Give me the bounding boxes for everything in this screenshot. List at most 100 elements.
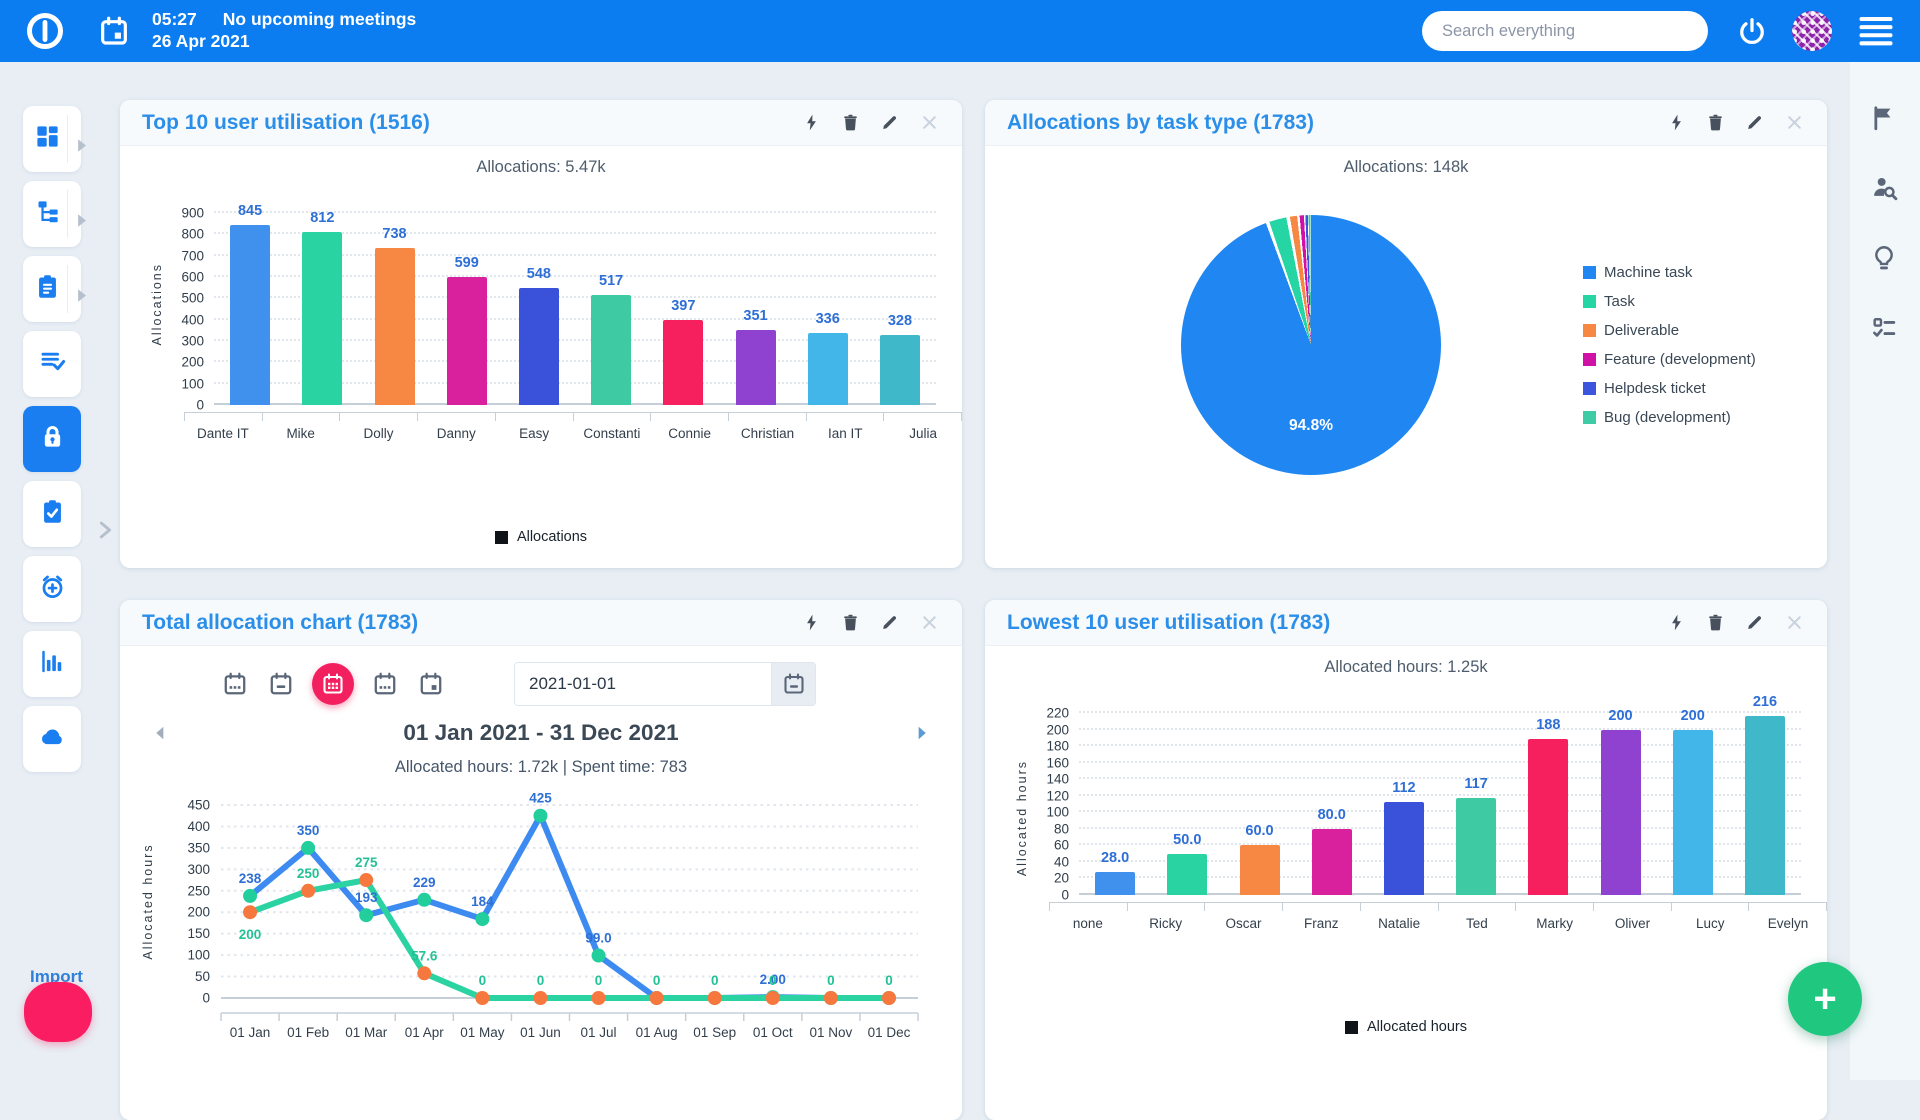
date-picker-calendar-icon[interactable] (771, 663, 815, 705)
rail-item-ideas[interactable] (1870, 244, 1900, 274)
x-category-label: Danny (417, 426, 495, 441)
lock-icon (39, 423, 66, 455)
close-button[interactable] (919, 612, 940, 633)
edit-button[interactable] (1745, 613, 1764, 632)
delete-button[interactable] (841, 113, 860, 132)
data-point (475, 991, 489, 1005)
data-point (766, 991, 780, 1005)
svg-text:100: 100 (187, 948, 210, 963)
user-avatar[interactable] (1792, 11, 1832, 51)
bar-Marky (1528, 739, 1568, 895)
chart-legend[interactable]: Allocations (120, 529, 962, 545)
y-tick-label: 200 (1046, 722, 1069, 737)
delete-button[interactable] (841, 613, 860, 632)
import-button[interactable] (24, 982, 92, 1042)
period-view-button-4[interactable] (370, 669, 400, 699)
rail-item-todo[interactable] (1870, 314, 1900, 344)
y-tick-label: 220 (1046, 706, 1069, 721)
chart-legend[interactable]: Allocated hours (985, 1019, 1827, 1035)
sidebar-item-approvals[interactable] (23, 481, 81, 547)
sidebar-item-tasks[interactable] (23, 256, 81, 322)
svg-text:0: 0 (595, 973, 603, 988)
close-button[interactable] (1784, 612, 1805, 633)
date-picker (514, 662, 816, 706)
edit-button[interactable] (1745, 113, 1764, 132)
caret-right-icon[interactable] (68, 282, 82, 296)
y-tick-label: 200 (181, 355, 204, 370)
flash-button[interactable] (802, 113, 821, 132)
delete-button[interactable] (1706, 613, 1725, 632)
x-category-label: Oliver (1594, 916, 1672, 931)
bar-value-label: 216 (1753, 694, 1777, 710)
flash-button[interactable] (1667, 613, 1686, 632)
bars: 28.050.060.080.0112117188200200216 (1079, 713, 1801, 895)
date-range-label: 01 Jan 2021 - 31 Dec 2021 (170, 720, 912, 746)
date-input[interactable] (515, 663, 771, 705)
pie-legend-item[interactable]: Feature (development) (1583, 351, 1756, 368)
caret-right-icon[interactable] (68, 132, 82, 146)
bar-slot: 200 (1584, 713, 1656, 895)
y-tick-label: 80 (1054, 821, 1069, 836)
flash-button[interactable] (1667, 113, 1686, 132)
x-tick (729, 413, 807, 421)
period-view-button-3[interactable] (312, 663, 354, 705)
pie-legend-item[interactable]: Machine task (1583, 264, 1756, 281)
pie-legend-item[interactable]: Deliverable (1583, 322, 1756, 339)
sidebar-item-permissions[interactable] (23, 406, 81, 472)
lightbulb-icon (1870, 259, 1898, 276)
svg-text:01 Dec: 01 Dec (868, 1025, 911, 1040)
menu-hamburger-icon[interactable] (1858, 11, 1894, 52)
previous-period-arrow-icon[interactable] (150, 722, 170, 744)
data-point (592, 991, 606, 1005)
svg-text:250: 250 (297, 866, 320, 881)
pie-legend-item[interactable]: Task (1583, 293, 1756, 310)
bar-Dolly (375, 248, 415, 405)
sidebar-item-dashboard[interactable] (23, 106, 81, 172)
delete-button[interactable] (1706, 113, 1725, 132)
add-widget-fab[interactable]: + (1788, 962, 1862, 1036)
bar-chart-lowest10: Allocated hours0204060801001201401601802… (985, 713, 1827, 931)
x-tick (651, 413, 729, 421)
pie-legend-item[interactable]: Helpdesk ticket (1583, 380, 1756, 397)
sidebar-expand-chevron-icon[interactable] (94, 517, 116, 543)
svg-text:01 Oct: 01 Oct (753, 1025, 793, 1040)
period-view-button-2[interactable] (266, 669, 296, 699)
x-tick (1205, 903, 1283, 911)
close-button[interactable] (919, 112, 940, 133)
y-tick-label: 160 (1046, 755, 1069, 770)
legend-label: Bug (development) (1604, 409, 1731, 426)
rail-item-flags[interactable] (1870, 104, 1900, 134)
rail-item-user-search[interactable] (1870, 174, 1900, 204)
y-tick-label: 700 (181, 248, 204, 263)
flash-button[interactable] (802, 613, 821, 632)
app-logo-icon[interactable] (24, 10, 66, 52)
sidebar-item-cloud-storage[interactable] (23, 706, 81, 772)
y-axis-title: Allocations (150, 263, 164, 345)
bar-slot: 548 (503, 213, 575, 405)
bar-value-label: 112 (1392, 780, 1415, 796)
sidebar-item-reports[interactable] (23, 631, 81, 697)
bar-slot: 188 (1512, 713, 1584, 895)
clipboard-check-icon (39, 498, 66, 530)
sidebar-item-time-tracking[interactable] (23, 556, 81, 622)
period-view-button-1[interactable] (220, 669, 250, 699)
svg-text:0: 0 (827, 973, 835, 988)
caret-right-icon[interactable] (68, 207, 82, 221)
sidebar-item-hierarchy[interactable] (23, 181, 81, 247)
x-category-label: Franz (1282, 916, 1360, 931)
edit-button[interactable] (880, 613, 899, 632)
next-period-arrow-icon[interactable] (912, 722, 932, 744)
sidebar-item-task-list[interactable] (23, 331, 81, 397)
pie-legend-item[interactable]: Bug (development) (1583, 409, 1756, 426)
edit-button[interactable] (880, 113, 899, 132)
svg-text:350: 350 (297, 823, 320, 838)
calendar-icon[interactable] (98, 15, 130, 47)
data-point (417, 966, 431, 980)
card-header: Total allocation chart (1783) (120, 600, 962, 646)
search-input[interactable] (1422, 11, 1708, 51)
period-view-button-5[interactable] (416, 669, 446, 699)
svg-text:0: 0 (885, 973, 893, 988)
power-logout-icon[interactable] (1732, 11, 1772, 51)
close-button[interactable] (1784, 112, 1805, 133)
pie-percentage-label: 94.8% (1289, 417, 1333, 435)
